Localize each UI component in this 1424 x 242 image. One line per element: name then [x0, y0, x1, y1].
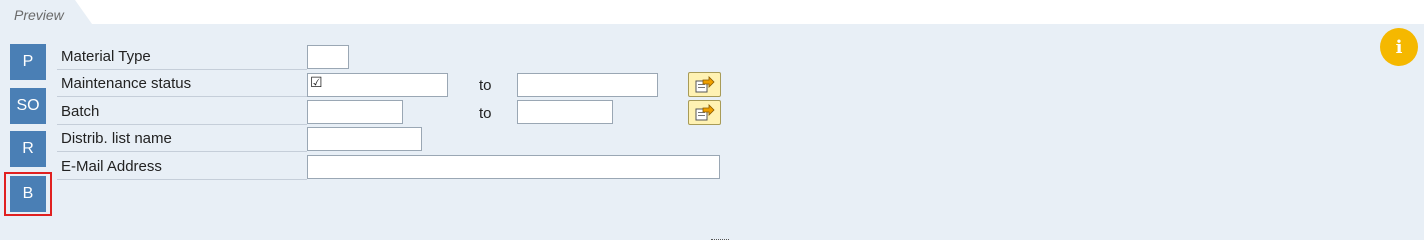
material-type-input[interactable] [307, 45, 349, 69]
material-type-label: Material Type [57, 44, 307, 70]
preview-tab[interactable]: Preview [0, 0, 92, 24]
email-address-input[interactable] [307, 155, 720, 179]
info-icon[interactable]: i [1380, 28, 1418, 66]
batch-label: Batch [57, 99, 307, 125]
checkmark-icon: ☑ [310, 75, 323, 91]
email-address-label: E-Mail Address [57, 154, 307, 180]
batch-input[interactable] [307, 100, 403, 124]
maintenance-status-input[interactable]: ☑ [307, 73, 448, 97]
multiple-selection-icon [695, 104, 715, 121]
maintenance-status-multiple-selection-button[interactable] [688, 72, 721, 97]
sidebar-button-so[interactable]: SO [10, 88, 46, 124]
multiple-selection-icon [695, 76, 715, 93]
distrib-list-name-input[interactable] [307, 127, 422, 151]
sidebar-button-b[interactable]: B [10, 176, 46, 212]
sidebar-button-p[interactable]: P [10, 44, 46, 80]
maintenance-status-to-label: to [479, 77, 492, 94]
batch-multiple-selection-button[interactable] [688, 100, 721, 125]
batch-to-label: to [479, 105, 492, 122]
distrib-list-name-label: Distrib. list name [57, 126, 307, 152]
maintenance-status-label: Maintenance status [57, 71, 307, 97]
sidebar-button-r[interactable]: R [10, 131, 46, 167]
batch-to-input[interactable] [517, 100, 613, 124]
maintenance-status-to-input[interactable] [517, 73, 658, 97]
tab-label: Preview [14, 7, 64, 23]
